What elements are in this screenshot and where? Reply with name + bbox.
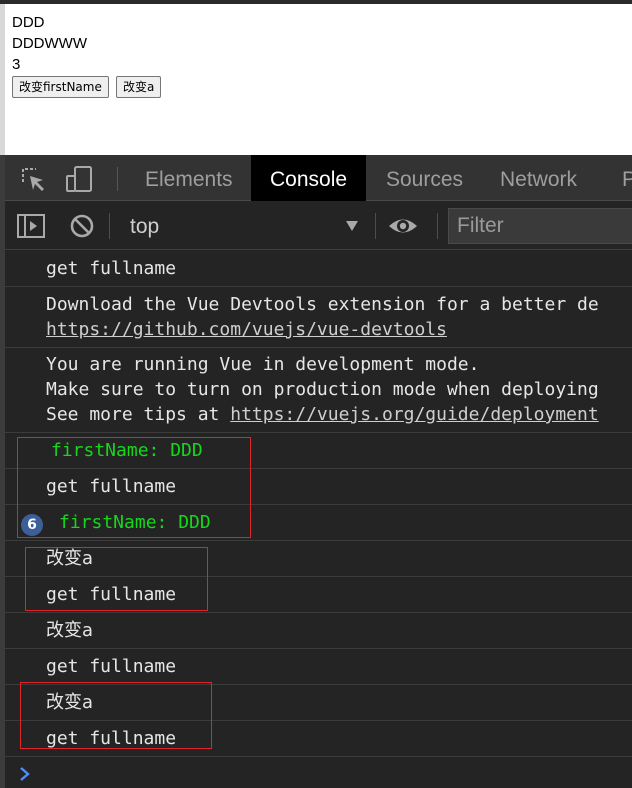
page-text-full-name: DDDWWW	[12, 35, 87, 52]
console-message: 改变a	[5, 541, 632, 577]
tab-network[interactable]: Network	[481, 155, 596, 201]
vue-deployment-link[interactable]: https://vuejs.org/guide/deployment	[230, 404, 598, 425]
device-toolbar-icon[interactable]	[65, 165, 93, 193]
context-selector[interactable]: top	[117, 209, 367, 243]
devtools-tab-bar: Elements Console Sources Network P	[5, 155, 632, 201]
toolbar-separator	[109, 213, 110, 239]
tab-performance-truncated[interactable]: P	[603, 155, 632, 201]
devtools-panel: Elements Console Sources Network P top F…	[0, 155, 632, 788]
sidebar-toggle-icon[interactable]	[17, 214, 45, 238]
console-message: 改变a	[5, 685, 632, 721]
prompt-chevron-icon	[20, 767, 30, 781]
console-message: 6 firstName: DDD	[5, 505, 632, 541]
clear-console-icon[interactable]	[69, 213, 95, 239]
tips-prefix: See more tips at	[46, 404, 231, 425]
tab-sources[interactable]: Sources	[367, 155, 482, 201]
inspect-element-icon[interactable]	[19, 165, 47, 193]
message-text: get fullname	[46, 656, 177, 677]
page-viewport: DDD DDDWWW 3 改变firstName 改变a	[0, 0, 632, 155]
context-label: top	[130, 215, 160, 238]
toolbar-separator	[375, 213, 376, 239]
console-message: get fullname	[5, 577, 632, 613]
console-messages: get fullname Download the Vue Devtools e…	[5, 251, 632, 757]
message-text: 改变a	[46, 620, 94, 641]
message-text: get fullname	[46, 584, 177, 605]
message-text: get fullname	[46, 476, 177, 497]
message-text: get fullname	[46, 728, 177, 749]
filter-input[interactable]	[448, 208, 632, 244]
console-toolbar: top	[5, 201, 632, 250]
message-text: Download the Vue Devtools extension for …	[46, 294, 599, 315]
page-text-first-name: DDD	[12, 14, 45, 31]
message-text: You are running Vue in development mode.	[46, 354, 480, 375]
console-message: You are running Vue in development mode.…	[5, 348, 632, 433]
console-message: get fullname	[5, 469, 632, 505]
message-text: firstName: DDD	[51, 440, 203, 461]
console-message: 改变a	[5, 613, 632, 649]
window-top-edge	[0, 0, 632, 4]
vue-devtools-link[interactable]: https://github.com/vuejs/vue-devtools	[46, 317, 632, 342]
tab-bar-separator	[117, 167, 118, 191]
console-message: Download the Vue Devtools extension for …	[5, 287, 632, 348]
message-text: See more tips at https://vuejs.org/guide…	[46, 402, 632, 427]
console-message: get fullname	[5, 649, 632, 685]
console-message: get fullname	[5, 251, 632, 287]
page-text-a-value: 3	[12, 56, 21, 73]
window-left-edge	[0, 4, 5, 155]
repeat-count-badge: 6	[21, 514, 43, 536]
message-text: Make sure to turn on production mode whe…	[46, 379, 599, 400]
eye-icon[interactable]	[387, 212, 419, 240]
toolbar-separator	[437, 213, 438, 239]
console-message: firstName: DDD	[5, 433, 632, 469]
message-text: firstName: DDD	[59, 512, 211, 533]
message-text: 改变a	[46, 548, 94, 569]
message-text: get fullname	[46, 258, 177, 279]
message-text: 改变a	[46, 692, 94, 713]
console-message: get fullname	[5, 721, 632, 757]
dropdown-arrow-icon	[346, 221, 358, 231]
change-firstname-button[interactable]: 改变firstName	[12, 76, 109, 98]
tab-elements[interactable]: Elements	[126, 155, 252, 201]
tab-console[interactable]: Console	[251, 155, 367, 201]
change-a-button[interactable]: 改变a	[116, 76, 162, 98]
console-prompt[interactable]	[5, 762, 632, 788]
